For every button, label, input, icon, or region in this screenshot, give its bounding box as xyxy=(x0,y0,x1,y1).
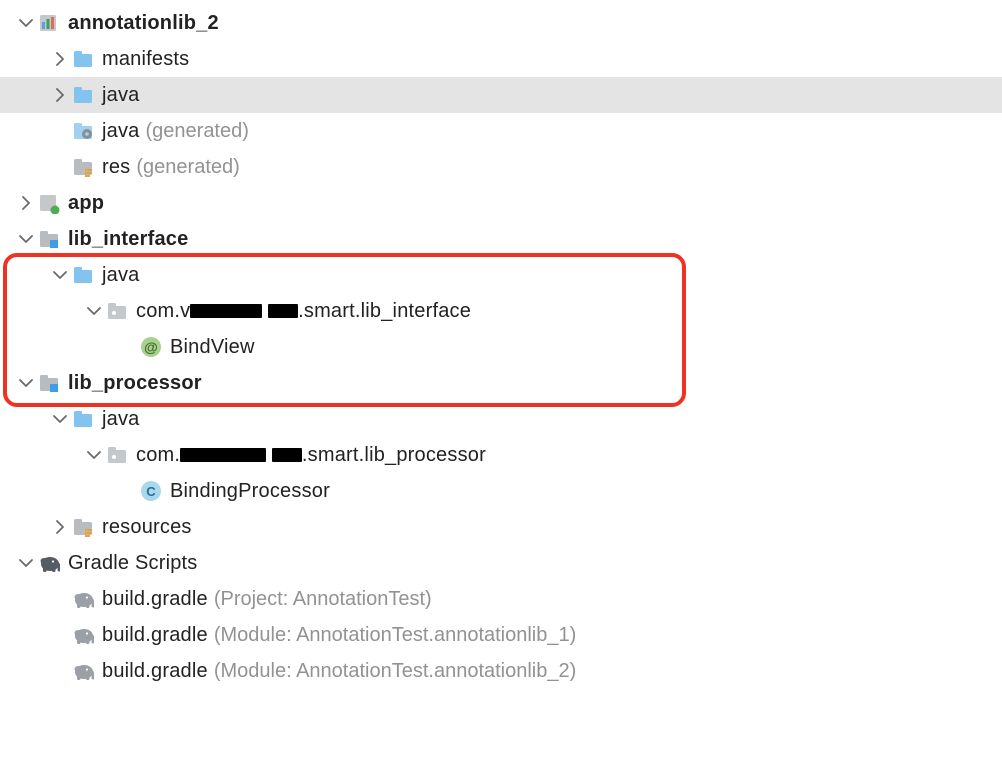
pkg-suffix: .smart.lib_interface xyxy=(298,300,471,322)
module-icon xyxy=(38,192,60,214)
gradle-icon xyxy=(38,552,60,574)
redacted-text xyxy=(272,448,302,462)
tree-item-bindingprocessor[interactable]: BindingProcessor xyxy=(0,473,1002,509)
chevron-down-icon[interactable] xyxy=(18,555,34,571)
tree-item-label: build.gradle xyxy=(102,660,208,683)
tree-item-label: build.gradle xyxy=(102,624,208,647)
chevron-down-icon[interactable] xyxy=(18,15,34,31)
tree-item-hint: (generated) xyxy=(146,120,249,143)
tree-item-res-generated[interactable]: res (generated) xyxy=(0,149,1002,185)
tree-item-build-gradle-project[interactable]: build.gradle (Project: AnnotationTest) xyxy=(0,581,1002,617)
gradle-file-icon xyxy=(72,624,94,646)
folder-icon xyxy=(72,48,94,70)
tree-item-label: BindingProcessor xyxy=(170,480,330,503)
tree-item-hint: (Module: AnnotationTest.annotationlib_1) xyxy=(214,624,576,647)
tree-item-pkg-lib-interface[interactable]: com.v .smart.lib_interface xyxy=(0,293,1002,329)
tree-item-label: Gradle Scripts xyxy=(68,552,198,575)
tree-item-lib-interface[interactable]: lib_interface xyxy=(0,221,1002,257)
tree-item-label: annotationlib_2 xyxy=(68,12,219,35)
chevron-down-icon[interactable] xyxy=(18,375,34,391)
module-icon xyxy=(38,12,60,34)
tree-item-label: BindView xyxy=(170,336,255,359)
gradle-file-icon xyxy=(72,588,94,610)
tree-item-label: app xyxy=(68,192,104,215)
tree-item-hint: (Project: AnnotationTest) xyxy=(214,588,432,611)
tree-item-build-gradle-mod2[interactable]: build.gradle (Module: AnnotationTest.ann… xyxy=(0,653,1002,689)
tree-item-lib-interface-java[interactable]: java xyxy=(0,257,1002,293)
tree-item-hint: (Module: AnnotationTest.annotationlib_2) xyxy=(214,660,576,683)
package-icon xyxy=(106,444,128,466)
pkg-prefix: com. xyxy=(136,444,180,466)
tree-item-java-generated[interactable]: java (generated) xyxy=(0,113,1002,149)
chevron-right-icon[interactable] xyxy=(52,51,68,67)
tree-item-label: res xyxy=(102,156,130,179)
redacted-text xyxy=(190,304,262,318)
folder-icon xyxy=(72,408,94,430)
tree-item-bindview[interactable]: BindView xyxy=(0,329,1002,365)
tree-item-hint: (generated) xyxy=(136,156,239,179)
folder-icon xyxy=(72,264,94,286)
tree-item-label: com.v .smart.lib_interface xyxy=(136,300,471,323)
tree-item-label: java xyxy=(102,120,140,143)
module-folder-icon xyxy=(38,372,60,394)
tree-item-label: lib_processor xyxy=(68,372,202,395)
redacted-text xyxy=(268,304,298,318)
tree-item-label: manifests xyxy=(102,48,189,71)
chevron-down-icon[interactable] xyxy=(18,231,34,247)
folder-resources-icon xyxy=(72,516,94,538)
chevron-down-icon[interactable] xyxy=(86,447,102,463)
tree-item-pkg-lib-processor[interactable]: com. .smart.lib_processor xyxy=(0,437,1002,473)
package-icon xyxy=(106,300,128,322)
project-tree: annotationlib_2 manifests java java (gen… xyxy=(0,0,1002,689)
class-icon xyxy=(140,480,162,502)
chevron-right-icon[interactable] xyxy=(52,519,68,535)
chevron-down-icon[interactable] xyxy=(52,267,68,283)
tree-item-build-gradle-mod1[interactable]: build.gradle (Module: AnnotationTest.ann… xyxy=(0,617,1002,653)
redacted-text xyxy=(180,448,266,462)
tree-item-lib-processor-java[interactable]: java xyxy=(0,401,1002,437)
tree-item-label: java xyxy=(102,408,140,431)
tree-item-java[interactable]: java xyxy=(0,77,1002,113)
chevron-down-icon[interactable] xyxy=(52,411,68,427)
folder-generated-icon xyxy=(72,120,94,142)
tree-item-label: java xyxy=(102,264,140,287)
tree-item-app[interactable]: app xyxy=(0,185,1002,221)
folder-icon xyxy=(72,84,94,106)
tree-item-gradle-scripts[interactable]: Gradle Scripts xyxy=(0,545,1002,581)
module-folder-icon xyxy=(38,228,60,250)
tree-item-label: build.gradle xyxy=(102,588,208,611)
folder-resources-icon xyxy=(72,156,94,178)
pkg-prefix: com.v xyxy=(136,300,190,322)
chevron-right-icon[interactable] xyxy=(18,195,34,211)
tree-item-label: java xyxy=(102,84,140,107)
tree-item-annotationlib-2[interactable]: annotationlib_2 xyxy=(0,5,1002,41)
chevron-right-icon[interactable] xyxy=(52,87,68,103)
tree-item-label: resources xyxy=(102,516,192,539)
tree-item-lib-processor[interactable]: lib_processor xyxy=(0,365,1002,401)
gradle-file-icon xyxy=(72,660,94,682)
tree-item-label: com. .smart.lib_processor xyxy=(136,444,486,467)
pkg-suffix: .smart.lib_processor xyxy=(302,444,486,466)
tree-item-label: lib_interface xyxy=(68,228,188,251)
chevron-down-icon[interactable] xyxy=(86,303,102,319)
tree-item-manifests[interactable]: manifests xyxy=(0,41,1002,77)
annotation-icon xyxy=(140,336,162,358)
tree-item-resources[interactable]: resources xyxy=(0,509,1002,545)
